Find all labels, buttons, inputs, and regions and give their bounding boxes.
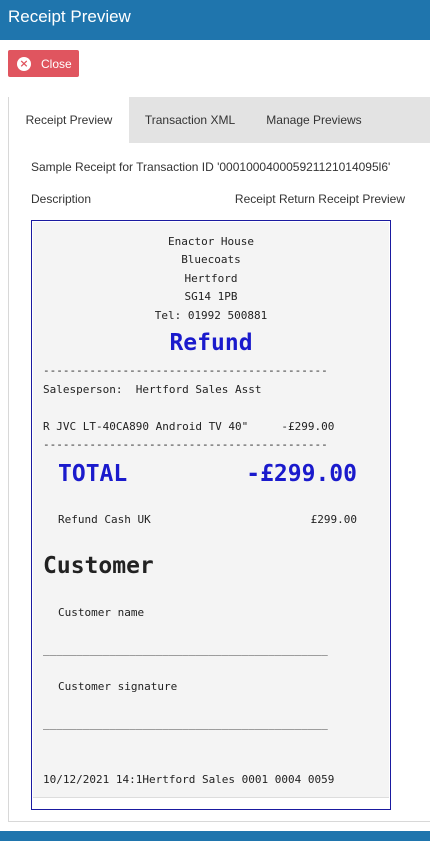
salesperson-line: Salesperson: Hertford Sales Asst <box>43 383 262 396</box>
address-line: Bluecoats <box>181 253 241 266</box>
description-label: Description <box>31 192 92 206</box>
item-line: R JVC LT-40CA890 Android TV 40" -£299.00 <box>43 420 335 433</box>
close-icon: × <box>17 56 31 71</box>
customer-signature-label: Customer signature <box>58 680 178 693</box>
receipt-paper: Enactor House Bluecoats Hertford SG14 1P… <box>33 222 389 798</box>
close-button-label: Close <box>41 56 72 71</box>
description-value: Receipt Return Receipt Preview <box>234 192 405 206</box>
tender-label: Refund Cash UK <box>58 513 151 526</box>
phone-line: Tel: 01992 500881 <box>154 309 268 322</box>
receipt-footer: 10/12/2021 14:1Hertford Sales 0001 0004 … <box>43 773 335 786</box>
tab-receipt-preview[interactable]: Receipt Preview <box>9 97 129 143</box>
address-line: SG14 1PB <box>184 290 238 303</box>
customer-heading: Customer <box>43 553 154 579</box>
customer-name-label: Customer name <box>58 606 145 619</box>
bottom-bar <box>0 831 430 841</box>
tab-manage-previews[interactable]: Manage Previews <box>250 97 378 143</box>
total-label: TOTAL <box>58 461 128 487</box>
signature-line: ________________________________________… <box>43 643 328 656</box>
page-title: Receipt Preview <box>8 7 131 26</box>
window-title-bar: Receipt Preview <box>0 0 430 40</box>
tender-value: £299.00 <box>310 513 357 526</box>
divider: ----------------------------------------… <box>43 364 328 377</box>
close-button[interactable]: × Close <box>8 50 79 77</box>
address-line: Enactor House <box>167 235 255 248</box>
tab-transaction-xml[interactable]: Transaction XML <box>130 97 250 143</box>
address-line: Hertford <box>184 272 238 285</box>
receipt-preview: Enactor House Bluecoats Hertford SG14 1P… <box>31 220 391 810</box>
transaction-info: Sample Receipt for Transaction ID '00010… <box>31 160 391 174</box>
signature-line: ________________________________________… <box>43 717 328 730</box>
total-value: -£299.00 <box>246 461 357 487</box>
tab-bar: Receipt Preview Transaction XML Manage P… <box>9 97 430 143</box>
divider: ----------------------------------------… <box>43 438 328 451</box>
receipt-heading: Refund <box>169 330 253 356</box>
